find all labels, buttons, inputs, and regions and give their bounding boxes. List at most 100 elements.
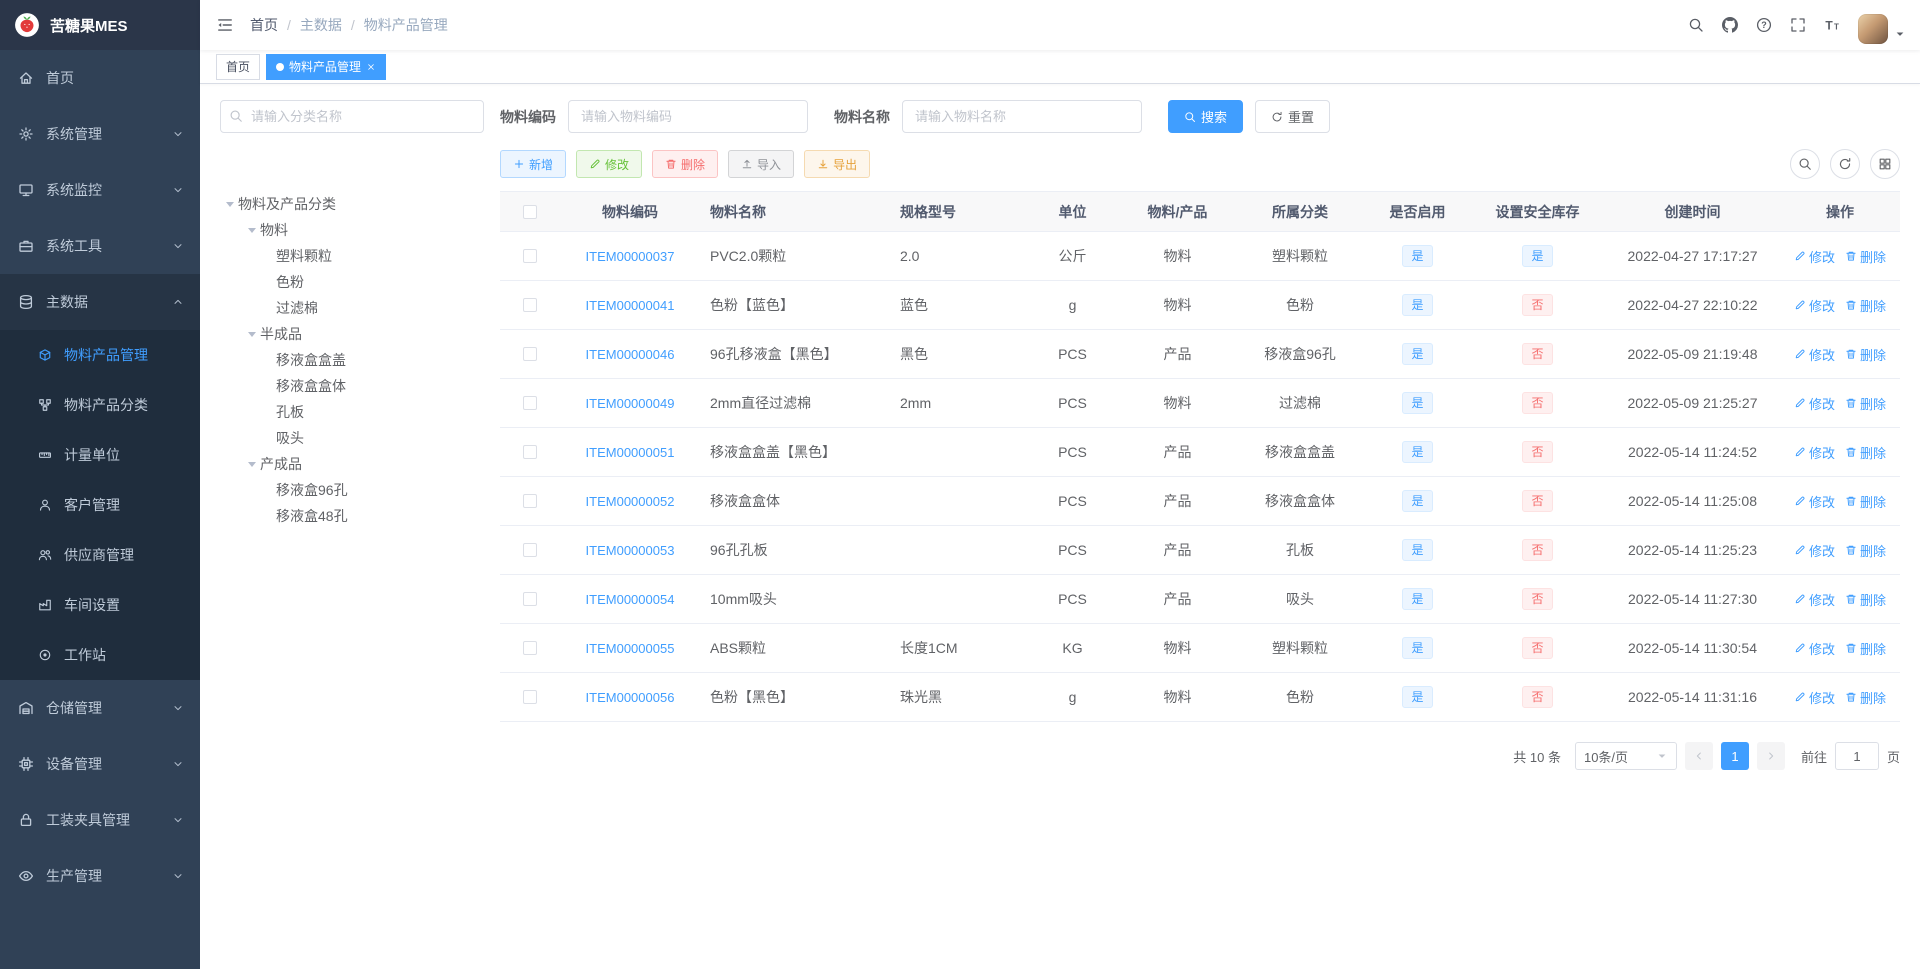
material-name-input[interactable] xyxy=(902,100,1142,133)
sidebar-item-workstation[interactable]: 工作站 xyxy=(0,630,200,680)
row-checkbox[interactable] xyxy=(523,543,537,557)
material-code-link[interactable]: ITEM00000056 xyxy=(586,690,675,705)
sidebar-item-warehouse-mgmt[interactable]: 仓储管理 xyxy=(0,680,200,736)
row-checkbox[interactable] xyxy=(523,298,537,312)
row-edit-link[interactable]: 修改 xyxy=(1794,296,1835,315)
edit-button[interactable]: 修改 xyxy=(576,150,643,178)
tab-material-product-mgmt[interactable]: 物料产品管理 xyxy=(266,53,387,80)
row-edit-link[interactable]: 修改 xyxy=(1794,639,1835,658)
app-logo[interactable]: 苦糖果MES xyxy=(0,0,200,50)
tab-home[interactable]: 首页 xyxy=(216,53,261,80)
caret-down-icon[interactable] xyxy=(244,223,260,237)
tree-node[interactable]: 塑料颗粒 xyxy=(220,243,484,269)
toggle-search-button[interactable] xyxy=(1790,149,1820,179)
row-checkbox[interactable] xyxy=(523,347,537,361)
page-1-button[interactable]: 1 xyxy=(1720,742,1749,770)
tree-node[interactable]: 半成品 xyxy=(220,321,484,347)
goto-page-input[interactable] xyxy=(1834,742,1879,770)
sidebar-item-home[interactable]: 首页 xyxy=(0,50,200,106)
row-edit-link[interactable]: 修改 xyxy=(1794,492,1835,511)
next-page-button[interactable] xyxy=(1756,742,1785,770)
sidebar-item-system-tools[interactable]: 系统工具 xyxy=(0,218,200,274)
material-code-link[interactable]: ITEM00000055 xyxy=(586,641,675,656)
sidebar-toggle[interactable] xyxy=(200,0,250,50)
caret-down-icon[interactable] xyxy=(244,327,260,341)
material-code-link[interactable]: ITEM00000049 xyxy=(586,396,675,411)
search-button[interactable]: 搜索 xyxy=(1168,100,1244,133)
close-icon[interactable] xyxy=(366,62,376,72)
row-checkbox[interactable] xyxy=(523,249,537,263)
tree-node[interactable]: 吸头 xyxy=(220,425,484,451)
row-delete-link[interactable]: 删除 xyxy=(1845,688,1886,707)
sidebar-item-workshop-setting[interactable]: 车间设置 xyxy=(0,580,200,630)
row-edit-link[interactable]: 修改 xyxy=(1794,688,1835,707)
tree-node[interactable]: 移液盒48孔 xyxy=(220,503,484,529)
row-delete-link[interactable]: 删除 xyxy=(1845,492,1886,511)
add-button[interactable]: 新增 xyxy=(500,150,567,178)
row-delete-link[interactable]: 删除 xyxy=(1845,296,1886,315)
row-delete-link[interactable]: 删除 xyxy=(1845,590,1886,609)
sidebar-item-production-mgmt[interactable]: 生产管理 xyxy=(0,848,200,904)
sidebar-item-customer-mgmt[interactable]: 客户管理 xyxy=(0,480,200,530)
row-checkbox[interactable] xyxy=(523,396,537,410)
import-button[interactable]: 导入 xyxy=(728,150,795,178)
row-checkbox[interactable] xyxy=(523,690,537,704)
category-search-input[interactable] xyxy=(220,100,484,133)
fullscreen-icon[interactable] xyxy=(1790,17,1806,33)
caret-down-icon[interactable] xyxy=(222,197,238,211)
row-checkbox[interactable] xyxy=(523,641,537,655)
row-delete-link[interactable]: 删除 xyxy=(1845,345,1886,364)
breadcrumb-home[interactable]: 首页 xyxy=(250,15,278,35)
reset-button[interactable]: 重置 xyxy=(1255,100,1331,133)
material-code-input[interactable] xyxy=(568,100,808,133)
sidebar-item-fixture-mgmt[interactable]: 工装夹具管理 xyxy=(0,792,200,848)
material-code-link[interactable]: ITEM00000041 xyxy=(586,298,675,313)
material-code-link[interactable]: ITEM00000053 xyxy=(586,543,675,558)
sidebar-item-system-mgmt[interactable]: 系统管理 xyxy=(0,106,200,162)
tree-node[interactable]: 过滤棉 xyxy=(220,295,484,321)
row-edit-link[interactable]: 修改 xyxy=(1794,443,1835,462)
sidebar-item-system-monitor[interactable]: 系统监控 xyxy=(0,162,200,218)
row-checkbox[interactable] xyxy=(523,445,537,459)
sidebar-item-device-mgmt[interactable]: 设备管理 xyxy=(0,736,200,792)
sidebar-item-material-product-category[interactable]: 物料产品分类 xyxy=(0,380,200,430)
sidebar-item-master-data[interactable]: 主数据 xyxy=(0,274,200,330)
tree-node[interactable]: 物料及产品分类 xyxy=(220,191,484,217)
refresh-button[interactable] xyxy=(1830,149,1860,179)
material-code-link[interactable]: ITEM00000046 xyxy=(586,347,675,362)
material-code-link[interactable]: ITEM00000051 xyxy=(586,445,675,460)
row-delete-link[interactable]: 删除 xyxy=(1845,443,1886,462)
columns-button[interactable] xyxy=(1870,149,1900,179)
row-edit-link[interactable]: 修改 xyxy=(1794,345,1835,364)
github-icon[interactable] xyxy=(1722,17,1738,33)
tree-node[interactable]: 移液盒盒盖 xyxy=(220,347,484,373)
row-delete-link[interactable]: 删除 xyxy=(1845,247,1886,266)
material-code-link[interactable]: ITEM00000052 xyxy=(586,494,675,509)
tree-node[interactable]: 移液盒96孔 xyxy=(220,477,484,503)
sidebar-item-material-product-mgmt[interactable]: 物料产品管理 xyxy=(0,330,200,380)
search-icon[interactable] xyxy=(1688,17,1704,33)
tree-node[interactable]: 移液盒盒体 xyxy=(220,373,484,399)
material-code-link[interactable]: ITEM00000054 xyxy=(586,592,675,607)
row-delete-link[interactable]: 删除 xyxy=(1845,639,1886,658)
row-delete-link[interactable]: 删除 xyxy=(1845,394,1886,413)
page-size-select[interactable]: 10条/页 xyxy=(1574,742,1677,770)
row-edit-link[interactable]: 修改 xyxy=(1794,394,1835,413)
caret-down-icon[interactable] xyxy=(244,457,260,471)
material-code-link[interactable]: ITEM00000037 xyxy=(586,249,675,264)
tree-node[interactable]: 物料 xyxy=(220,217,484,243)
row-checkbox[interactable] xyxy=(523,592,537,606)
prev-page-button[interactable] xyxy=(1684,742,1713,770)
export-button[interactable]: 导出 xyxy=(804,150,871,178)
row-checkbox[interactable] xyxy=(523,494,537,508)
row-edit-link[interactable]: 修改 xyxy=(1794,247,1835,266)
sidebar-item-measure-unit[interactable]: 计量单位 xyxy=(0,430,200,480)
tree-node[interactable]: 色粉 xyxy=(220,269,484,295)
row-delete-link[interactable]: 删除 xyxy=(1845,541,1886,560)
delete-button[interactable]: 删除 xyxy=(652,150,719,178)
select-all-checkbox[interactable] xyxy=(523,204,537,219)
tree-node[interactable]: 孔板 xyxy=(220,399,484,425)
user-avatar[interactable] xyxy=(1858,14,1906,44)
font-size-icon[interactable] xyxy=(1824,17,1840,33)
tree-node[interactable]: 产成品 xyxy=(220,451,484,477)
